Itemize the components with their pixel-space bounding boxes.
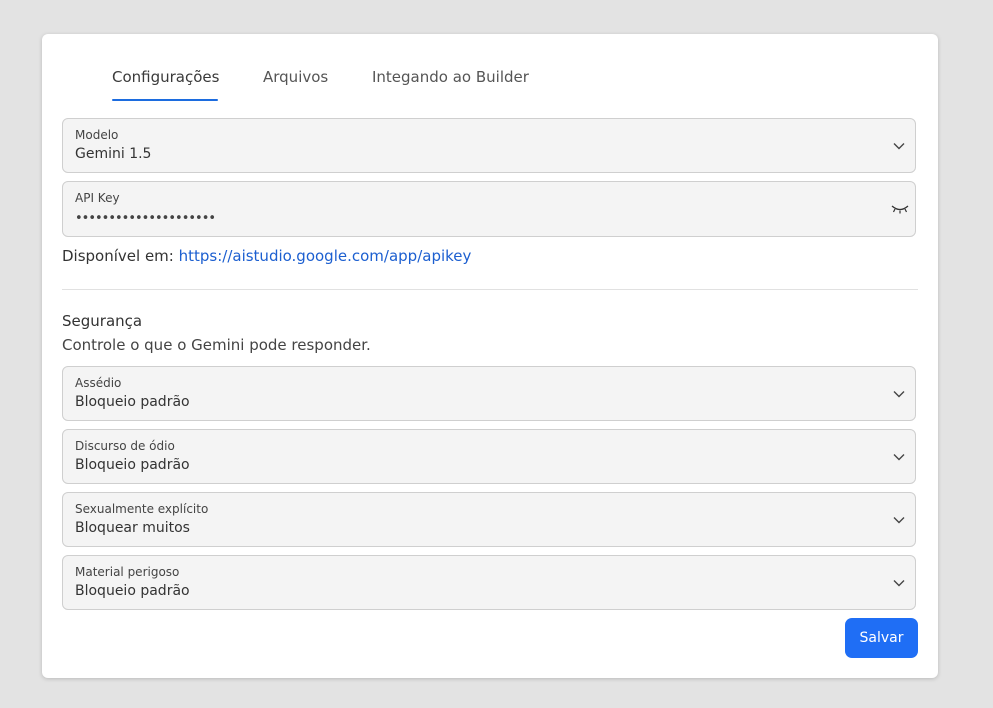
section-divider <box>62 289 918 290</box>
active-tab-indicator <box>112 99 218 101</box>
aistudio-link[interactable]: https://aistudio.google.com/app/apikey <box>179 247 472 265</box>
chevron-down-icon <box>893 142 905 149</box>
api-key-availability: Disponível em: https://aistudio.google.c… <box>62 247 471 265</box>
model-select-value: Gemini 1.5 <box>75 146 152 162</box>
filter-value: Bloquear muitos <box>75 520 190 536</box>
save-button[interactable]: Salvar <box>845 618 918 658</box>
chevron-down-icon <box>893 390 905 397</box>
settings-card: Configurações Arquivos Integando ao Buil… <box>42 34 938 678</box>
model-select[interactable]: Modelo Gemini 1.5 <box>62 118 916 173</box>
api-key-field[interactable]: API Key ••••••••••••••••••••• <box>62 181 916 237</box>
filter-select-material-perigoso[interactable]: Material perigoso Bloqueio padrão <box>62 555 916 610</box>
tab-arquivos[interactable]: Arquivos <box>263 68 328 102</box>
chevron-down-icon <box>893 453 905 460</box>
model-select-label: Modelo <box>75 128 119 142</box>
api-key-label: API Key <box>75 191 120 205</box>
chevron-down-icon <box>893 516 905 523</box>
filter-select-assedio[interactable]: Assédio Bloqueio padrão <box>62 366 916 421</box>
filter-label: Material perigoso <box>75 565 180 579</box>
filter-select-sexualmente-explicito[interactable]: Sexualmente explícito Bloquear muitos <box>62 492 916 547</box>
availability-prefix: Disponível em: <box>62 247 179 265</box>
tab-configuracoes[interactable]: Configurações <box>112 68 219 102</box>
filter-value: Bloqueio padrão <box>75 394 190 410</box>
security-description: Controle o que o Gemini pode responder. <box>62 336 371 354</box>
filter-label: Assédio <box>75 376 122 390</box>
tab-integrando-builder[interactable]: Integando ao Builder <box>372 68 529 102</box>
filter-label: Sexualmente explícito <box>75 502 209 516</box>
security-title: Segurança <box>62 312 143 330</box>
chevron-down-icon <box>893 579 905 586</box>
filter-select-discurso-de-odio[interactable]: Discurso de ódio Bloqueio padrão <box>62 429 916 484</box>
filter-label: Discurso de ódio <box>75 439 175 453</box>
filter-value: Bloqueio padrão <box>75 457 190 473</box>
api-key-masked-value: ••••••••••••••••••••• <box>75 211 216 226</box>
filter-value: Bloqueio padrão <box>75 583 190 599</box>
eye-closed-icon[interactable] <box>891 203 909 215</box>
